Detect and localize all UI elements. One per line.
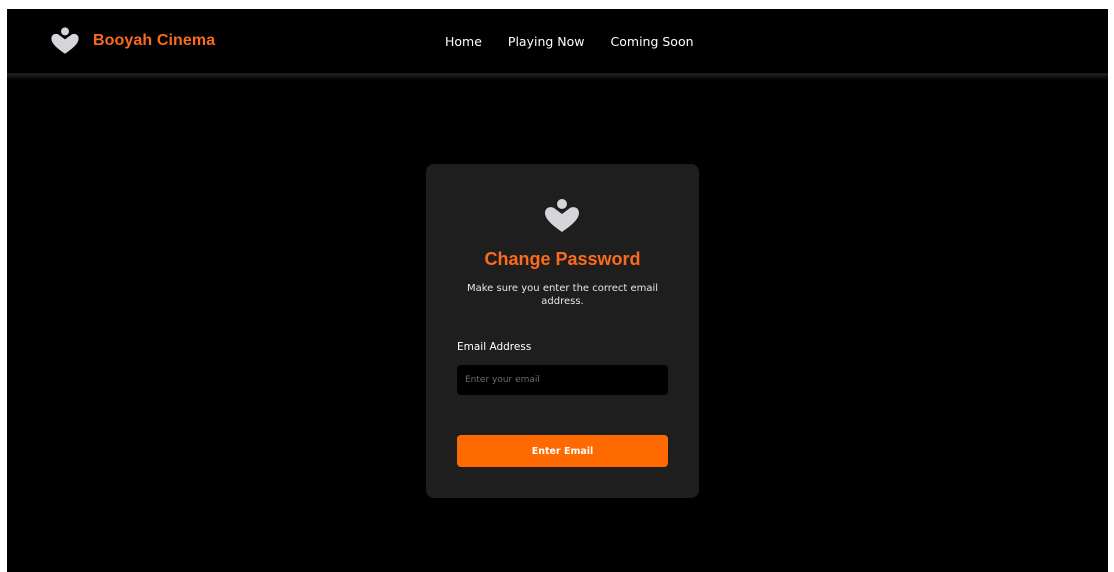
nav-playing-now[interactable]: Playing Now: [508, 34, 585, 49]
nav-coming-soon[interactable]: Coming Soon: [611, 34, 694, 49]
email-input[interactable]: [457, 365, 668, 395]
nav-home[interactable]: Home: [445, 34, 482, 49]
brand-name: Booyah Cinema: [93, 32, 216, 49]
form-title: Change Password: [484, 249, 641, 269]
navbar: Booyah Cinema Home Playing Now Coming So…: [7, 9, 1108, 76]
heart-person-logo-icon: [51, 27, 79, 54]
change-password-card: Change Password Make sure you enter the …: [426, 164, 699, 498]
heart-person-logo-icon: [545, 199, 579, 232]
email-label: Email Address: [457, 341, 532, 353]
nav-links: Home Playing Now Coming Soon: [445, 34, 720, 49]
page-frame: Booyah Cinema Home Playing Now Coming So…: [7, 9, 1108, 572]
brand-link[interactable]: Booyah Cinema: [49, 25, 215, 57]
enter-email-button[interactable]: Enter Email: [457, 435, 668, 467]
form-subtitle: Make sure you enter the correct email ad…: [466, 283, 659, 307]
